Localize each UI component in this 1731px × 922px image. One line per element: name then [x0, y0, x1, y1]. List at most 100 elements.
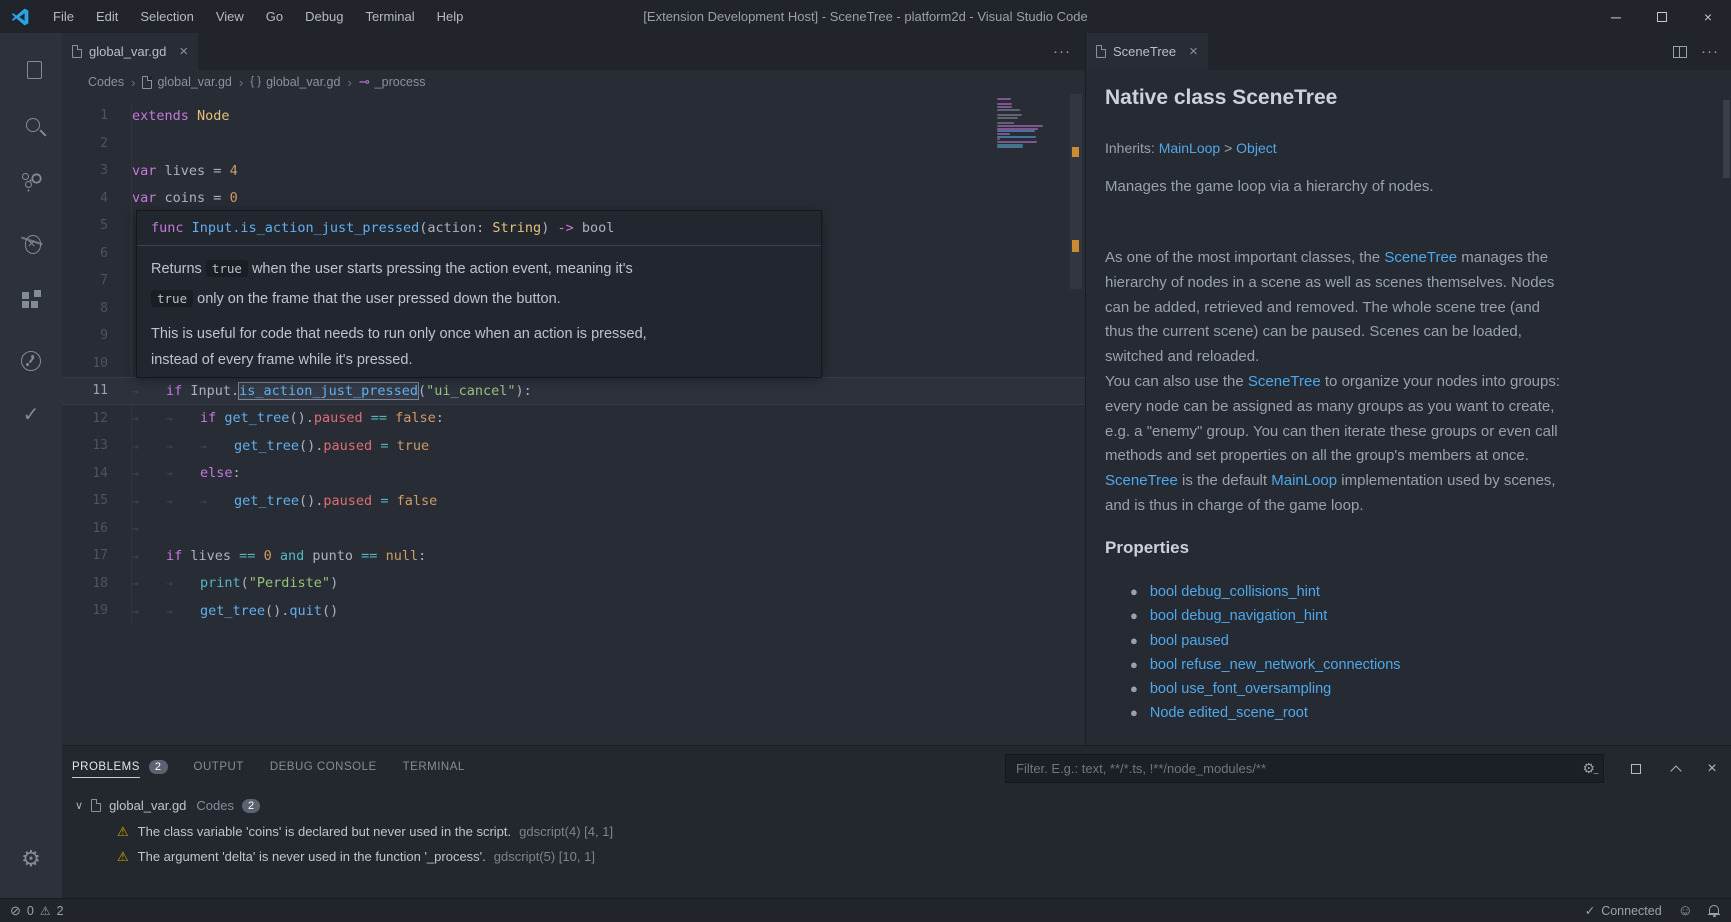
- doc-link[interactable]: SceneTree: [1384, 249, 1457, 266]
- remote-status[interactable]: ✓ Connected: [1585, 903, 1662, 918]
- menu-edit[interactable]: Edit: [85, 0, 129, 33]
- overview-warning-mark: [1072, 147, 1079, 157]
- code-line-13[interactable]: 13→→→get_tree().paused = true: [62, 432, 1085, 460]
- menu-view[interactable]: View: [205, 0, 255, 33]
- code-line-19[interactable]: 19→→get_tree().quit(): [62, 597, 1085, 625]
- maximize-panel-icon[interactable]: [1662, 754, 1690, 783]
- property-link[interactable]: bool debug_navigation_hint: [1150, 604, 1327, 628]
- warning-icon: ⚠: [117, 849, 129, 865]
- documentation-panel: SceneTree × ··· Native class SceneTree I…: [1085, 33, 1731, 745]
- vscode-logo-icon: [10, 7, 30, 27]
- property-link[interactable]: bool refuse_new_network_connections: [1150, 653, 1401, 677]
- line-number: 18: [62, 576, 132, 591]
- line-number: 10: [62, 356, 132, 371]
- doc-properties-list: ●bool debug_collisions_hint●bool debug_n…: [1130, 580, 1401, 726]
- doc-link[interactable]: SceneTree: [1248, 373, 1321, 390]
- menu-terminal[interactable]: Terminal: [354, 0, 425, 33]
- menu-go[interactable]: Go: [255, 0, 294, 33]
- bottom-panel: PROBLEMS2 OUTPUT DEBUG CONSOLE TERMINAL ⚙ ×…: [62, 745, 1731, 898]
- chevron-down-icon[interactable]: ∨: [75, 799, 83, 812]
- close-window-button[interactable]: ×: [1685, 0, 1731, 33]
- line-number: 11: [62, 383, 132, 398]
- breadcrumb-item[interactable]: { }global_var.gd: [250, 75, 340, 89]
- tab-global-var[interactable]: global_var.gd ×: [62, 33, 198, 70]
- property-link[interactable]: bool debug_collisions_hint: [1150, 580, 1320, 604]
- problem-row[interactable]: ⚠The argument 'delta' is never used in t…: [62, 844, 595, 869]
- code-editor[interactable]: 1extends Node23var lives = 44var coins =…: [62, 94, 1085, 745]
- panel-tab-terminal[interactable]: TERMINAL: [403, 761, 465, 773]
- tab-scenetree[interactable]: SceneTree ×: [1086, 33, 1208, 70]
- activitybar-explorer-icon[interactable]: [0, 44, 62, 92]
- property-link[interactable]: bool use_font_oversampling: [1150, 677, 1331, 701]
- doc-link[interactable]: MainLoop: [1271, 472, 1337, 489]
- breadcrumb-item[interactable]: ⊸_process: [359, 74, 426, 90]
- filter-icon[interactable]: ⚙: [1582, 760, 1595, 777]
- code-line-16[interactable]: 16→: [62, 515, 1085, 543]
- breadcrumb-item[interactable]: Codes: [88, 75, 124, 89]
- close-panel-icon[interactable]: ×: [1698, 754, 1726, 783]
- doc-link[interactable]: SceneTree: [1105, 472, 1178, 489]
- activitybar-live-share-icon[interactable]: [0, 337, 62, 385]
- editor-actions-more-icon[interactable]: ···: [1053, 33, 1071, 70]
- problems-filter[interactable]: ⚙: [1005, 754, 1604, 783]
- property-link[interactable]: Node edited_scene_root: [1150, 701, 1308, 725]
- tab-close-icon[interactable]: ×: [1189, 43, 1198, 60]
- maximize-button[interactable]: [1639, 0, 1685, 33]
- restore-panel-icon[interactable]: [1622, 754, 1650, 783]
- doc-summary: Manages the game loop via a hierarchy of…: [1105, 178, 1434, 195]
- bullet: ●: [1130, 701, 1138, 725]
- editor-group: global_var.gd × ··· Codes›global_var.gd›…: [62, 33, 1085, 745]
- menu-file[interactable]: File: [42, 0, 85, 33]
- code-line-17[interactable]: 17→if lives == 0 and punto == null:: [62, 542, 1085, 570]
- activitybar-source-control-icon[interactable]: [0, 160, 62, 208]
- editor-scrollbar[interactable]: [1070, 94, 1082, 289]
- title-bar: FileEditSelectionViewGoDebugTerminalHelp…: [0, 0, 1731, 33]
- line-number: 5: [62, 218, 132, 233]
- status-bar: ⊘ 0 ⚠ 2 ✓ Connected ☺: [0, 898, 1731, 922]
- activitybar-extensions-icon[interactable]: [0, 278, 62, 326]
- activitybar-debug-icon[interactable]: [0, 220, 62, 268]
- breadcrumb-item[interactable]: global_var.gd: [142, 75, 231, 89]
- code-line-14[interactable]: 14→→else:: [62, 460, 1085, 488]
- line-number: 7: [62, 273, 132, 288]
- menu-debug[interactable]: Debug: [294, 0, 354, 33]
- feedback-smiley-icon[interactable]: ☺: [1678, 902, 1693, 919]
- problems-file-row[interactable]: ∨ global_var.gd Codes 2: [62, 793, 260, 818]
- panel-tab-debug-console[interactable]: DEBUG CONSOLE: [270, 761, 377, 773]
- problems-status[interactable]: ⊘ 0 ⚠ 2: [0, 903, 64, 919]
- notifications-bell-icon[interactable]: [1709, 905, 1719, 914]
- menu-bar: FileEditSelectionViewGoDebugTerminalHelp: [42, 0, 474, 33]
- filter-input[interactable]: [1006, 761, 1582, 776]
- code-line-11[interactable]: 11→if Input.is_action_just_pressed("ui_c…: [62, 377, 1085, 405]
- line-number: 17: [62, 548, 132, 563]
- code-line-3[interactable]: 3var lives = 4: [62, 157, 1085, 185]
- code-line-2[interactable]: 2: [62, 130, 1085, 158]
- file-icon: [142, 76, 152, 89]
- split-editor-icon[interactable]: [1673, 46, 1687, 58]
- minimize-button[interactable]: ─: [1593, 0, 1639, 33]
- activitybar-search-icon[interactable]: [0, 100, 62, 148]
- doc-content: Native class SceneTree Inherits: MainLoo…: [1086, 70, 1731, 745]
- code-line-18[interactable]: 18→→print("Perdiste"): [62, 570, 1085, 598]
- code-line-15[interactable]: 15→→→get_tree().paused = false: [62, 487, 1085, 515]
- problems-file-folder: Codes: [196, 798, 234, 813]
- minimap[interactable]: [997, 98, 1043, 149]
- menu-selection[interactable]: Selection: [129, 0, 204, 33]
- tab-close-icon[interactable]: ×: [179, 43, 188, 60]
- more-actions-icon[interactable]: ···: [1701, 43, 1719, 60]
- panel-tab-problems[interactable]: PROBLEMS2: [72, 760, 168, 774]
- warning-icon: ⚠: [40, 904, 51, 918]
- overview-warning-mark: [1072, 240, 1079, 252]
- problem-row[interactable]: ⚠The class variable 'coins' is declared …: [62, 819, 613, 844]
- menu-help[interactable]: Help: [426, 0, 475, 33]
- code-line-4[interactable]: 4var coins = 0: [62, 185, 1085, 213]
- doc-scrollbar[interactable]: [1723, 100, 1730, 178]
- property-link[interactable]: bool paused: [1150, 629, 1229, 653]
- manage-gear-icon[interactable]: ⚙: [0, 835, 62, 883]
- code-line-12[interactable]: 12→→if get_tree().paused == false:: [62, 405, 1085, 433]
- activitybar-test-check-icon[interactable]: ✓: [0, 391, 62, 439]
- code-line-1[interactable]: 1extends Node: [62, 102, 1085, 130]
- panel-tab-output[interactable]: OUTPUT: [194, 761, 244, 773]
- line-number: 9: [62, 328, 132, 343]
- file-icon: [91, 799, 101, 812]
